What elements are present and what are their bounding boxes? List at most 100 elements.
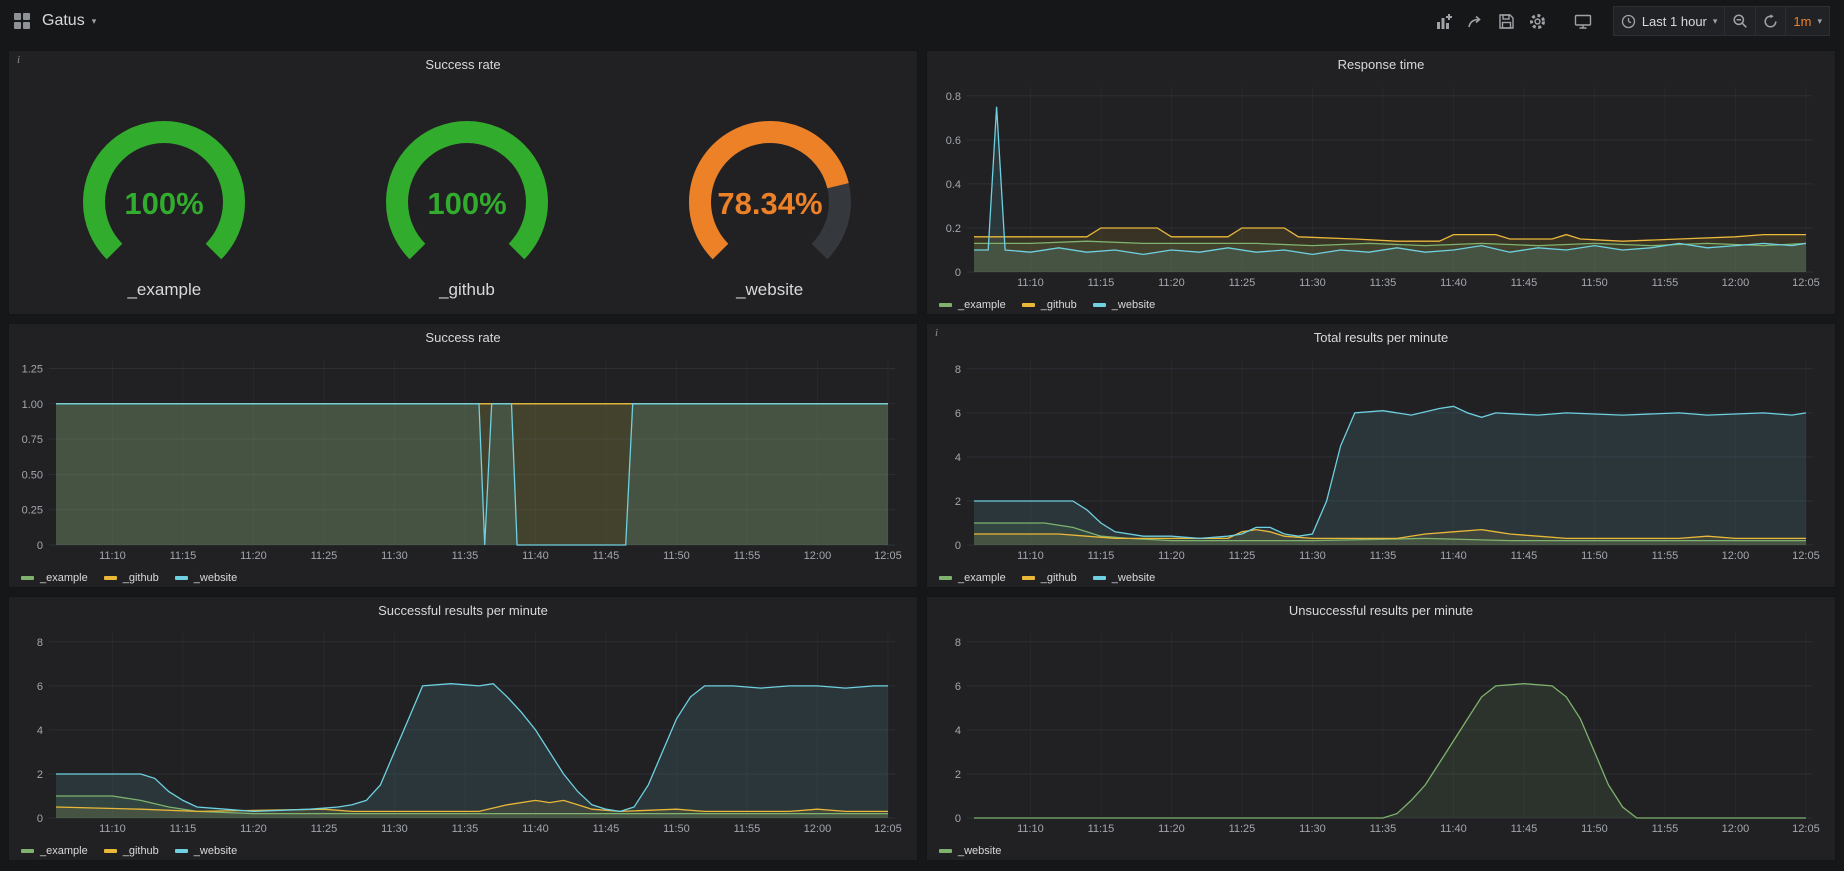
gauge-label: _example [127,280,201,300]
svg-text:0.6: 0.6 [946,135,961,147]
chevron-down-icon: ▾ [92,17,97,26]
svg-text:11:15: 11:15 [1088,823,1115,835]
svg-text:0: 0 [37,813,43,825]
legend-item-github[interactable]: _github [104,572,159,584]
legend-item-example[interactable]: _example [939,572,1006,584]
response-time-graph[interactable]: 11:1011:1511:2011:2511:3011:3511:4011:45… [931,77,1827,290]
legend-swatch-icon [21,849,34,853]
chevron-down-icon: ▾ [1817,17,1822,26]
svg-text:11:20: 11:20 [240,823,267,835]
legend-item-github[interactable]: _github [1022,299,1077,311]
svg-text:100%: 100% [125,186,204,221]
clock-icon [1621,14,1636,29]
panel-success-rate-gauges: i Success rate 100% _example 100% _githu… [8,50,918,315]
panel-total-results: i Total results per minute 11:1011:1511:… [926,323,1836,588]
panel-successful-results: Successful results per minute 11:1011:15… [8,596,918,861]
panel-title[interactable]: Success rate [9,51,917,77]
dashboard-grid: i Success rate 100% _example 100% _githu… [0,42,1844,869]
legend-item-example[interactable]: _example [21,845,88,857]
svg-text:12:05: 12:05 [1792,277,1820,289]
unsuccessful-results-graph[interactable]: 11:1011:1511:2011:2511:3011:3511:4011:45… [931,623,1827,836]
svg-text:11:25: 11:25 [1229,823,1256,835]
svg-text:11:30: 11:30 [1299,277,1326,289]
legend-item-example[interactable]: _example [939,299,1006,311]
panel-title[interactable]: Response time [927,51,1835,77]
legend-swatch-icon [939,849,952,853]
cycle-view-button[interactable] [1567,6,1599,36]
legend-label: _website [958,845,1001,857]
dashboards-grid-icon[interactable] [14,13,30,29]
panel-title[interactable]: Total results per minute [927,324,1835,350]
legend-swatch-icon [104,576,117,580]
svg-text:12:00: 12:00 [1722,823,1750,835]
total-results-graph[interactable]: 11:1011:1511:2011:2511:3011:3511:4011:45… [931,350,1827,563]
svg-text:11:10: 11:10 [99,823,126,835]
legend: _example _github _website [939,299,1155,311]
settings-button[interactable] [1522,6,1553,36]
legend: _example _github _website [939,572,1155,584]
gauges-container: 100% _example 100% _github 78.34% _websi… [13,77,921,340]
legend-item-example[interactable]: _example [21,572,88,584]
dashboard-title: Gatus [42,12,85,30]
info-icon[interactable]: i [930,325,943,341]
refresh-button[interactable] [1756,6,1786,36]
svg-text:12:00: 12:00 [1722,550,1750,562]
navbar-right: Last 1 hour ▾ 1m ▾ [1429,6,1830,36]
svg-text:11:15: 11:15 [170,550,197,562]
svg-text:11:15: 11:15 [1088,550,1115,562]
dashboard-title-dropdown[interactable]: Gatus ▾ [42,12,96,30]
zoom-out-button[interactable] [1725,6,1756,36]
svg-text:11:55: 11:55 [1652,550,1679,562]
legend-label: _example [40,845,88,857]
successful-results-graph[interactable]: 11:1011:1511:2011:2511:3011:3511:4011:45… [13,623,909,836]
svg-text:12:00: 12:00 [1722,277,1750,289]
legend-swatch-icon [1093,576,1106,580]
save-icon [1498,13,1515,30]
svg-text:11:20: 11:20 [1158,277,1185,289]
svg-text:0.2: 0.2 [946,223,961,235]
svg-text:11:50: 11:50 [1581,823,1608,835]
legend-swatch-icon [939,303,952,307]
legend-swatch-icon [104,849,117,853]
svg-text:0: 0 [37,540,43,552]
add-panel-button[interactable] [1429,6,1460,36]
svg-text:11:25: 11:25 [1229,550,1256,562]
svg-text:11:40: 11:40 [1440,277,1467,289]
svg-text:11:15: 11:15 [1088,277,1115,289]
svg-text:11:30: 11:30 [1299,823,1326,835]
info-icon[interactable]: i [12,52,25,68]
panel-title[interactable]: Unsuccessful results per minute [927,597,1835,623]
svg-text:0: 0 [955,540,961,552]
legend-item-website[interactable]: _website [175,845,237,857]
save-button[interactable] [1491,6,1522,36]
svg-text:11:25: 11:25 [311,550,338,562]
legend-item-website[interactable]: _website [1093,572,1155,584]
svg-text:11:40: 11:40 [522,823,549,835]
svg-text:6: 6 [955,681,961,693]
panel-title[interactable]: Success rate [9,324,917,350]
legend-item-github[interactable]: _github [1022,572,1077,584]
time-range-button[interactable]: Last 1 hour ▾ [1613,6,1726,36]
add-panel-icon [1436,13,1453,30]
svg-text:11:25: 11:25 [311,823,338,835]
share-button[interactable] [1460,6,1491,36]
svg-text:11:45: 11:45 [1511,277,1538,289]
panel-success-rate-graph: Success rate 11:1011:1511:2011:2511:3011… [8,323,918,588]
legend-item-website[interactable]: _website [939,845,1001,857]
refresh-interval-button[interactable]: 1m ▾ [1786,6,1830,36]
legend-item-github[interactable]: _github [104,845,159,857]
legend-label: _website [1112,572,1155,584]
panel-title[interactable]: Successful results per minute [9,597,917,623]
svg-text:12:05: 12:05 [1792,823,1820,835]
legend-item-website[interactable]: _website [1093,299,1155,311]
refresh-interval-label: 1m [1793,14,1811,29]
svg-text:0.50: 0.50 [22,469,43,481]
legend-swatch-icon [1022,303,1035,307]
svg-text:6: 6 [37,681,43,693]
svg-text:0: 0 [955,813,961,825]
success-rate-graph[interactable]: 11:1011:1511:2011:2511:3011:3511:4011:45… [13,350,909,563]
legend-item-website[interactable]: _website [175,572,237,584]
svg-text:4: 4 [955,725,961,737]
svg-text:11:30: 11:30 [1299,550,1326,562]
svg-text:100%: 100% [427,186,506,221]
